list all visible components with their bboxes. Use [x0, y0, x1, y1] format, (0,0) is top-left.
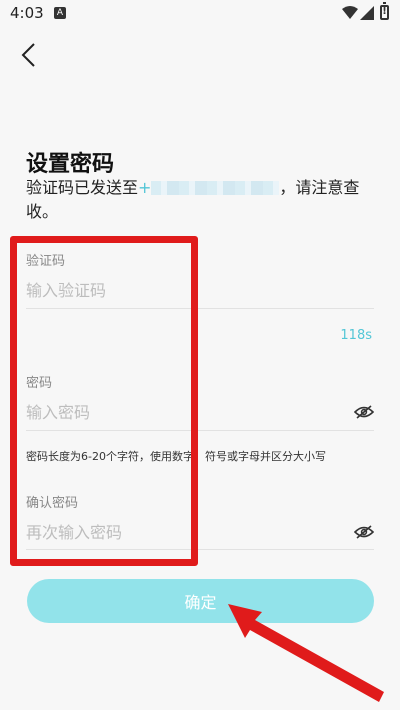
wifi-icon [342, 6, 358, 19]
chevron-left-icon [21, 43, 35, 67]
masked-phone-number [151, 181, 280, 195]
password-label: 密码 [26, 376, 53, 391]
eye-off-icon[interactable] [354, 525, 374, 539]
subtitle-prefix: 验证码已发送至 [26, 178, 139, 197]
battery-icon [380, 2, 389, 20]
code-divider [26, 308, 374, 309]
status-time: 4:03 [10, 4, 44, 22]
password-divider [26, 430, 374, 431]
confirm-password-input[interactable] [26, 523, 366, 542]
code-label: 验证码 [26, 254, 66, 269]
status-bar: 4:03 A [0, 0, 400, 28]
password-input[interactable] [26, 403, 366, 422]
a-notification-icon: A [54, 7, 66, 19]
phone-prefix: + [138, 178, 152, 197]
sent-to-message: 验证码已发送至+ ，请注意查收。 [26, 176, 376, 224]
password-hint: 密码长度为6-20个字符，使用数字、符号或字母并区分大小写 [26, 450, 326, 463]
confirm-button[interactable]: 确定 [27, 579, 374, 623]
confirm-password-label: 确认密码 [26, 496, 79, 511]
signal-icon [360, 6, 374, 20]
code-input[interactable] [26, 281, 366, 300]
eye-off-icon[interactable] [354, 405, 374, 419]
resend-countdown[interactable]: 118s [340, 328, 372, 343]
confirm-password-divider [26, 549, 374, 550]
page-title: 设置密码 [26, 152, 115, 177]
back-button[interactable] [14, 38, 44, 72]
